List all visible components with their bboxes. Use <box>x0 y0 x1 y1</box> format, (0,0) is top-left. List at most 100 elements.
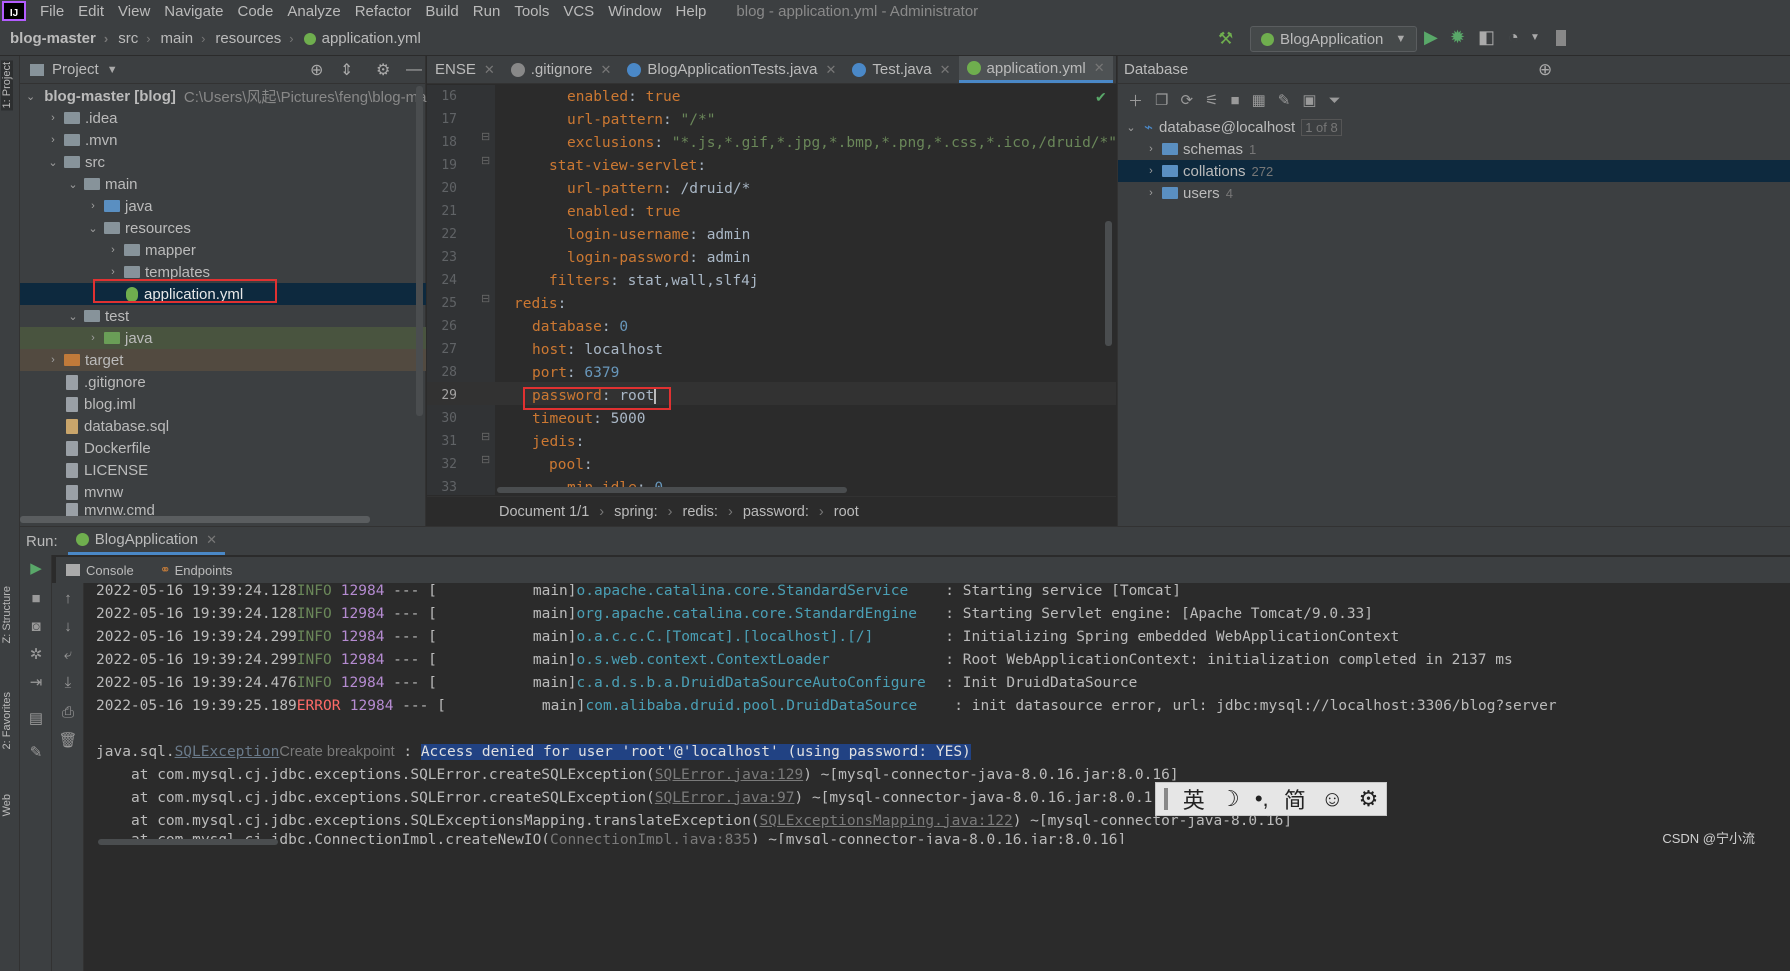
close-icon[interactable]: ✕ <box>826 62 837 78</box>
db-node-schemas[interactable]: › schemas 1 <box>1118 138 1790 160</box>
build-hammer-icon[interactable]: ⚒ <box>1218 29 1233 49</box>
db-node-users[interactable]: › users 4 <box>1118 182 1790 204</box>
breadcrumb-resources[interactable]: resources › <box>215 30 293 47</box>
favorites-tool-tab[interactable]: 2: Favorites <box>1 692 13 749</box>
chevron-down-icon[interactable]: ▼ <box>107 64 118 76</box>
run-tab-blogapplication[interactable]: BlogApplication ✕ <box>67 527 225 555</box>
expanded-arrow-icon[interactable]: ⌄ <box>1124 121 1138 134</box>
breadcrumb-password[interactable]: password: <box>743 504 809 520</box>
fold-icon[interactable]: ⊟ <box>481 130 490 143</box>
stack-source-link[interactable]: ConnectionImpl.java:835 <box>550 832 751 844</box>
menu-help[interactable]: Help <box>676 3 707 20</box>
stop-icon[interactable]: ■ <box>1231 92 1240 109</box>
collapsed-arrow-icon[interactable]: › <box>86 332 100 344</box>
tree-item-gitignore[interactable]: .gitignore <box>20 371 426 393</box>
expanded-arrow-icon[interactable]: ⌄ <box>66 178 80 191</box>
subtab-endpoints[interactable]: Endpoints <box>175 563 233 578</box>
editor-vertical-scrollbar[interactable] <box>1105 221 1112 346</box>
collapsed-arrow-icon[interactable]: › <box>1144 143 1158 155</box>
stop-icon[interactable] <box>1556 30 1566 46</box>
console-icon[interactable]: ▣ <box>1302 91 1316 109</box>
tree-item-resources[interactable]: ⌄ resources <box>20 217 426 239</box>
collapsed-arrow-icon[interactable]: › <box>46 112 60 124</box>
menu-window[interactable]: Window <box>608 3 661 20</box>
tree-item-test[interactable]: ⌄ test <box>20 305 426 327</box>
tab-gitignore[interactable]: .gitignore ✕ <box>503 56 620 83</box>
coverage-icon[interactable]: ◧ <box>1478 27 1495 48</box>
breadcrumb-redis[interactable]: redis: <box>683 504 718 520</box>
create-breakpoint-link[interactable]: Create breakpoint <box>279 744 394 760</box>
menu-code[interactable]: Code <box>237 3 273 20</box>
tree-item-main[interactable]: ⌄ main <box>20 173 426 195</box>
rerun-icon[interactable]: ▶ <box>26 559 46 579</box>
collapsed-arrow-icon[interactable]: › <box>1144 187 1158 199</box>
tree-item-idea[interactable]: › .idea <box>20 107 426 129</box>
tree-item-dockerfile[interactable]: Dockerfile <box>20 437 426 459</box>
add-icon[interactable]: ＋ <box>1128 90 1143 111</box>
collapsed-arrow-icon[interactable]: › <box>1144 165 1158 177</box>
filter-icon[interactable]: ⏷ <box>1329 92 1341 109</box>
tree-item-database-sql[interactable]: database.sql <box>20 415 426 437</box>
project-tool-tab[interactable]: 1: Project <box>1 60 13 111</box>
tab-license[interactable]: ENSE ✕ <box>427 56 503 83</box>
breadcrumb-document[interactable]: Document 1/1 <box>499 504 589 520</box>
tree-item-test-java[interactable]: › java <box>20 327 426 349</box>
code-area[interactable]: 16 enabled: true 17 url-pattern: "/*" 18 ex… <box>427 85 1116 496</box>
breadcrumb-root[interactable]: root <box>834 504 859 520</box>
copy-icon[interactable]: ❐ <box>1155 91 1168 109</box>
collapsed-arrow-icon[interactable]: › <box>106 266 120 278</box>
stack-source-link[interactable]: SQLError.java:129 <box>655 767 803 783</box>
breadcrumb-project[interactable]: blog-master › <box>10 30 108 47</box>
db-connection[interactable]: ⌄ ⌁ database@localhost 1 of 8 <box>1118 116 1790 138</box>
menu-tools[interactable]: Tools <box>514 3 549 20</box>
collapse-all-icon[interactable]: ⇕ <box>340 60 353 80</box>
run-config-select[interactable]: BlogApplication ▼ <box>1250 26 1418 52</box>
fold-icon[interactable]: ⊟ <box>481 453 490 466</box>
tab-test-java[interactable]: Test.java ✕ <box>844 56 958 83</box>
debug-icon[interactable]: ✹ <box>1450 27 1465 48</box>
expanded-arrow-icon[interactable]: ⌄ <box>26 90 35 103</box>
close-icon[interactable]: ✕ <box>1094 60 1105 76</box>
tab-blogapplicationtests[interactable]: BlogApplicationTests.java ✕ <box>619 56 844 83</box>
fold-icon[interactable]: ⊟ <box>481 292 490 305</box>
subtab-console[interactable]: Console <box>86 563 134 578</box>
tree-item-java[interactable]: › java <box>20 195 426 217</box>
breadcrumb-spring[interactable]: spring: <box>614 504 658 520</box>
breadcrumb-file[interactable]: application.yml <box>303 30 421 47</box>
menu-run[interactable]: Run <box>473 3 501 20</box>
collapsed-arrow-icon[interactable]: › <box>106 244 120 256</box>
expanded-arrow-icon[interactable]: ⌄ <box>66 310 80 323</box>
close-icon[interactable]: ✕ <box>600 62 611 78</box>
menu-edit[interactable]: Edit <box>78 3 104 20</box>
fold-icon[interactable]: ⊟ <box>481 154 490 167</box>
menu-navigate[interactable]: Navigate <box>164 3 223 20</box>
stack-source-link[interactable]: SQLExceptionsMapping.java:122 <box>760 813 1013 829</box>
ime-punctuation-icon[interactable]: •, <box>1255 786 1269 812</box>
locate-target-icon[interactable]: ⊕ <box>310 60 323 80</box>
project-panel-title[interactable]: Project <box>52 61 99 78</box>
collapsed-arrow-icon[interactable]: › <box>86 200 100 212</box>
edit-icon[interactable]: ✎ <box>1278 91 1291 109</box>
stack-source-link[interactable]: SQLError.java:97 <box>655 790 795 806</box>
menu-analyze[interactable]: Analyze <box>287 3 340 20</box>
structure-tool-tab[interactable]: Z: Structure <box>1 586 13 643</box>
close-icon[interactable]: ✕ <box>940 62 951 78</box>
menu-build[interactable]: Build <box>425 3 458 20</box>
run-icon[interactable]: ▶ <box>1424 27 1438 48</box>
console-horizontal-scrollbar[interactable] <box>98 839 278 845</box>
exception-class-link[interactable]: SQLException <box>175 744 280 760</box>
tree-item-mapper[interactable]: › mapper <box>20 239 426 261</box>
tree-item-target[interactable]: › target <box>20 349 426 371</box>
menu-refactor[interactable]: Refactor <box>355 3 412 20</box>
close-icon[interactable]: ✕ <box>484 62 495 78</box>
ime-language-toggle[interactable]: 英 <box>1183 783 1205 815</box>
more-run-chevron-icon[interactable]: ▼ <box>1530 32 1540 43</box>
web-tool-tab[interactable]: Web <box>1 794 13 816</box>
tree-item-src[interactable]: ⌄ src <box>20 151 426 173</box>
tree-item-mvn[interactable]: › .mvn <box>20 129 426 151</box>
table-icon[interactable]: ▦ <box>1252 91 1266 109</box>
expanded-arrow-icon[interactable]: ⌄ <box>46 156 60 169</box>
breadcrumb-main[interactable]: main › <box>161 30 206 47</box>
tab-application-yml[interactable]: application.yml ✕ <box>958 56 1113 83</box>
ime-handle-icon[interactable] <box>1163 788 1168 810</box>
